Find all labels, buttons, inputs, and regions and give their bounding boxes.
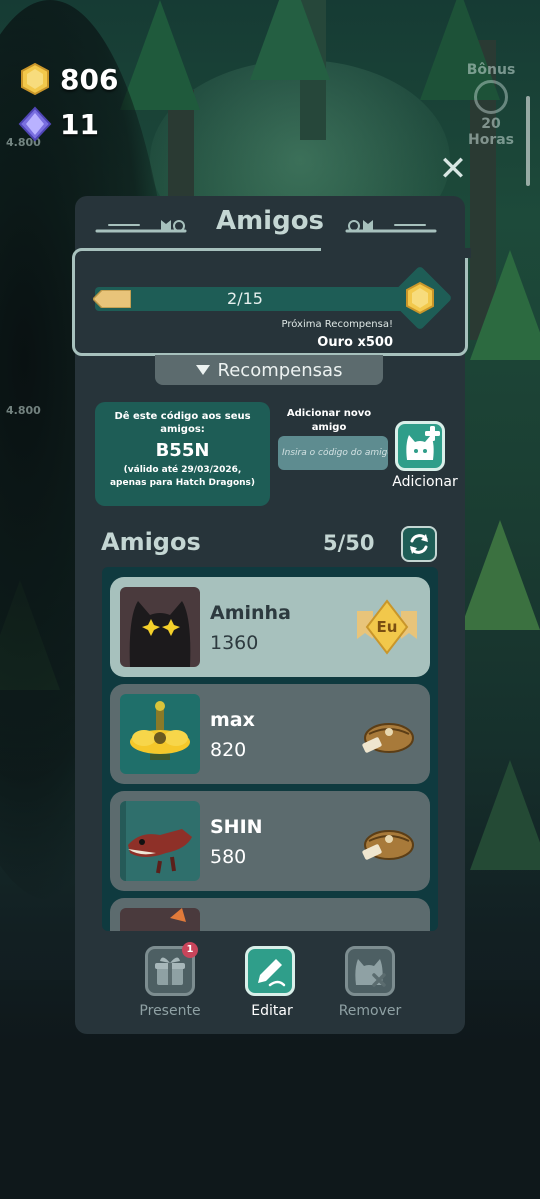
friend-row[interactable]: max 820 [110, 684, 430, 784]
gold-coin-icon [406, 281, 434, 315]
friend-row-self[interactable]: Aminha 1360 Eu [110, 577, 430, 677]
bonus-time: 20 Horas [467, 116, 515, 148]
gold-coin-icon [21, 62, 49, 96]
friend-row[interactable] [110, 898, 430, 931]
gift-pouch-icon[interactable] [355, 813, 419, 869]
avatar [120, 801, 200, 881]
pencil-icon [258, 959, 286, 987]
gem-icon [18, 106, 52, 142]
edit-button[interactable] [245, 946, 295, 996]
friend-name: SHIN [210, 816, 263, 838]
friend-score: 580 [210, 846, 247, 868]
black-cat-avatar-icon [120, 587, 200, 667]
gift-pouch-icon[interactable] [355, 706, 419, 762]
share-code[interactable]: B55N [95, 440, 270, 461]
friend-score: 1360 [210, 632, 259, 654]
share-code-validity: (válido até 29/03/2026, apenas para Hatc… [109, 465, 256, 488]
remove-cat-icon [355, 959, 386, 987]
next-reward-value: Ouro x500 [317, 335, 393, 350]
friends-panel: Amigos 2/15 Próxima Recompensa! Ouro x50… [72, 196, 471, 1034]
remove-button-label: Remover [338, 1003, 402, 1019]
add-friend-label: Adicionar novo amigo [286, 408, 372, 433]
gold-amount: 806 [60, 62, 119, 96]
remove-button[interactable] [345, 946, 395, 996]
bonus-timer[interactable]: Bônus 20 Horas [456, 62, 526, 148]
avatar [120, 587, 200, 667]
gem-counter: 11 [18, 106, 99, 142]
cat-avatar-icon [120, 908, 200, 931]
friend-name: Aminha [210, 602, 291, 624]
friend-code-input[interactable] [278, 436, 388, 470]
scrollbar[interactable] [526, 96, 530, 186]
add-friend-button-label: Adicionar [392, 474, 458, 490]
cat-branch-decoration-icon [345, 220, 437, 233]
rewards-tab[interactable]: Recompensas [155, 355, 383, 385]
friends-heading: Amigos [101, 528, 201, 556]
avatar [120, 694, 200, 774]
avatar [120, 908, 200, 931]
close-icon[interactable]: ✕ [438, 152, 468, 186]
add-friend-button[interactable] [395, 421, 445, 471]
me-badge-text: Eu [376, 618, 398, 636]
friends-list[interactable]: Aminha 1360 Eu max 820 SHIN 580 [102, 567, 438, 931]
gift-notification-badge: 1 [182, 942, 198, 958]
background-value-label: 4.800 [6, 404, 41, 417]
clock-icon [474, 80, 508, 114]
red-creature-avatar-icon [120, 801, 200, 881]
gem-amount: 11 [60, 107, 99, 141]
flower-creature-avatar-icon [120, 694, 200, 774]
bonus-label: Bônus [466, 62, 516, 78]
me-ribbon-icon: Eu [355, 599, 419, 655]
triangle-down-icon [195, 365, 210, 375]
share-code-instruction: Dê este código aos seus amigos: [114, 411, 251, 435]
friend-row[interactable]: SHIN 580 [110, 791, 430, 891]
friends-count: 5/50 [323, 531, 375, 555]
reward-progress-box: 2/15 Próxima Recompensa! Ouro x500 [72, 248, 471, 356]
friend-name: max [210, 709, 255, 731]
next-reward-label: Próxima Recompensa! [281, 319, 394, 330]
add-cat-icon [406, 426, 440, 460]
rewards-tab-label: Recompensas [217, 359, 343, 381]
friend-score: 820 [210, 739, 247, 761]
refresh-icon [410, 534, 428, 554]
refresh-button[interactable] [401, 526, 437, 562]
progress-text: 2/15 [227, 289, 263, 308]
edit-button-label: Editar [251, 1003, 293, 1019]
gold-counter: 806 [18, 62, 118, 96]
share-code-card: Dê este código aos seus amigos: B55N (vá… [95, 402, 270, 506]
gift-button-label: Presente [139, 1003, 201, 1019]
